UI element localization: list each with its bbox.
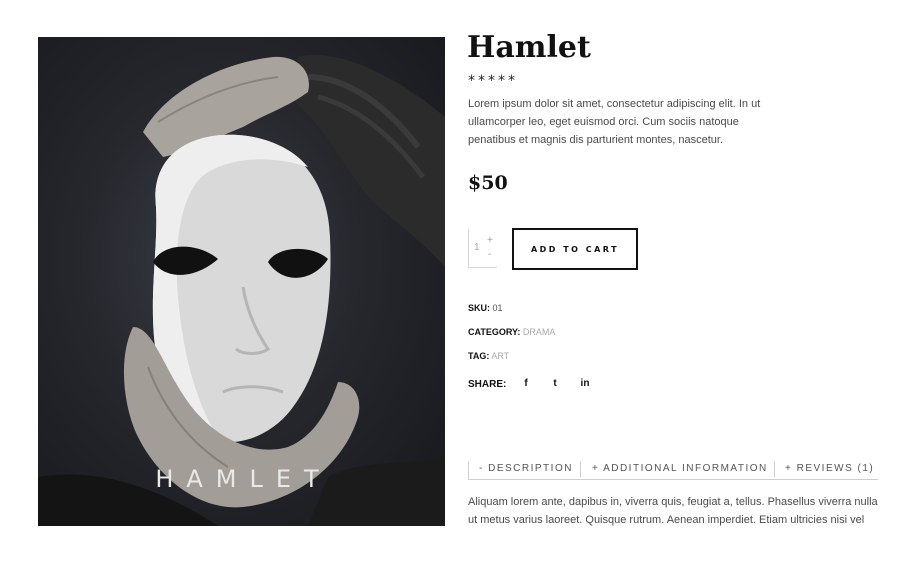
mask-illustration [38,55,445,526]
sku-label: SKU: [468,303,490,313]
category-link[interactable]: DRAMA [523,327,556,337]
tab-content-text: Aliquam lorem ante, dapibus in, viverra … [468,496,878,526]
share-label: SHARE: [468,379,507,390]
product-title: Hamlet [467,30,591,65]
quantity-plus-button[interactable]: + [487,235,493,246]
tag-label: TAG: [468,351,490,361]
product-image[interactable]: HAMLET [38,37,445,526]
tag-row: TAG: ART [468,351,509,361]
rating-stars: ***** [468,73,518,89]
cover-title: HAMLET [155,465,332,493]
facebook-icon[interactable]: f [519,378,533,392]
tag-link[interactable]: ART [491,351,509,361]
tab-description[interactable]: - DESCRIPTION [479,461,573,479]
twitter-icon[interactable]: t [548,378,562,392]
short-description: Lorem ipsum dolor sit amet, consectetur … [468,98,761,146]
product-price: $50 [468,172,508,194]
sku-row: SKU: 01 [468,303,503,313]
tab-additional-information[interactable]: + ADDITIONAL INFORMATION [592,461,768,479]
product-tabs: - DESCRIPTION + ADDITIONAL INFORMATION +… [468,461,878,480]
quantity-minus-button[interactable]: - [488,249,491,260]
quantity-input[interactable]: 1 [474,242,480,253]
quantity-stepper[interactable]: 1 + - [468,229,497,268]
category-row: CATEGORY: DRAMA [468,327,555,337]
tab-divider [774,461,775,477]
tab-reviews[interactable]: + REVIEWS (1) [785,461,874,479]
linkedin-icon[interactable]: in [578,378,592,392]
tab-edge [468,461,469,479]
add-to-cart-button[interactable]: ADD TO CART [512,228,638,270]
sku-value: 01 [492,303,503,313]
tab-divider [580,461,581,477]
category-label: CATEGORY: [468,327,521,337]
